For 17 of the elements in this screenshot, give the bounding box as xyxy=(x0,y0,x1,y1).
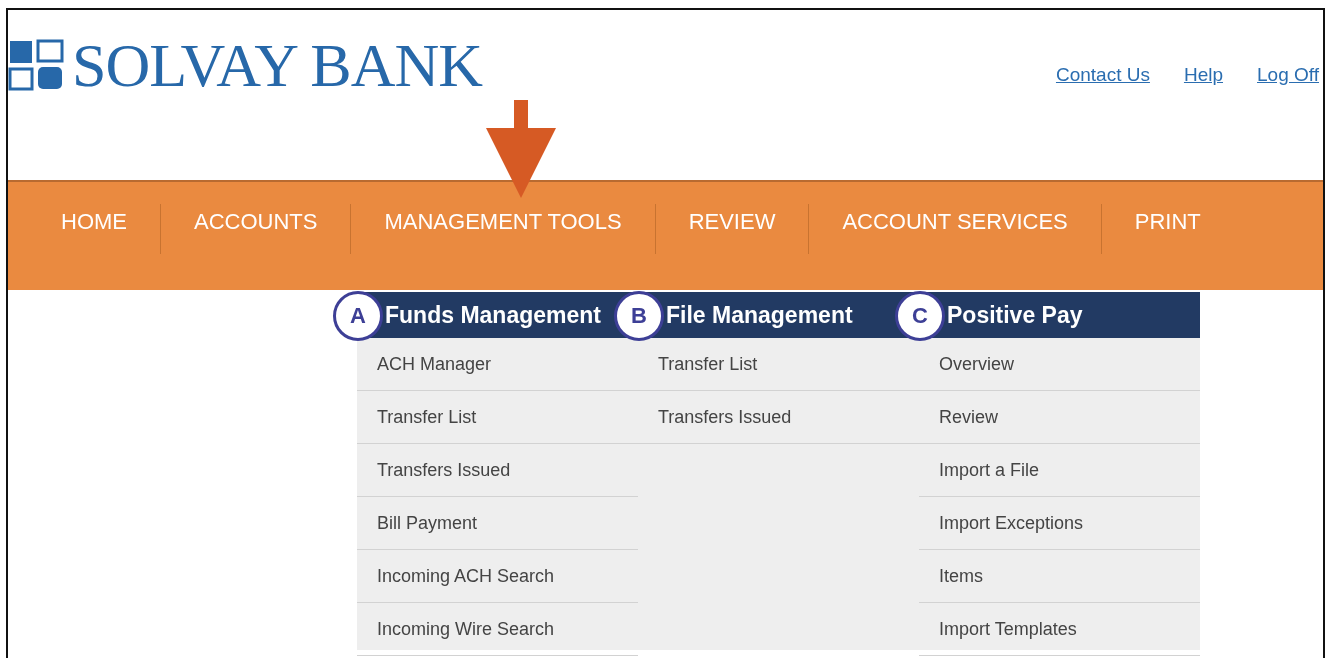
menu-item[interactable]: Items xyxy=(919,550,1200,603)
menu-item[interactable]: Import Exceptions xyxy=(919,497,1200,550)
menu-column-title: File Management xyxy=(666,301,853,329)
header-link[interactable]: Help xyxy=(1183,64,1223,86)
menu-item[interactable]: Import a File xyxy=(919,444,1200,497)
bank-logo-text: SOLVAY BANK xyxy=(72,34,482,96)
logo-icon xyxy=(8,39,64,91)
letter-badge: C xyxy=(895,291,945,341)
header-link[interactable]: Contact Us xyxy=(1055,64,1150,86)
menu-column-title: Positive Pay xyxy=(947,301,1083,329)
letter-badge: B xyxy=(614,291,664,341)
letter-badge: A xyxy=(333,291,383,341)
menu-item[interactable]: Import Templates xyxy=(919,603,1200,656)
menu-column-title: Funds Management xyxy=(385,301,601,329)
header-link[interactable]: Log Off xyxy=(1257,64,1319,86)
menu-item[interactable]: Overview xyxy=(919,338,1200,391)
menu-item[interactable]: Review xyxy=(919,391,1200,444)
